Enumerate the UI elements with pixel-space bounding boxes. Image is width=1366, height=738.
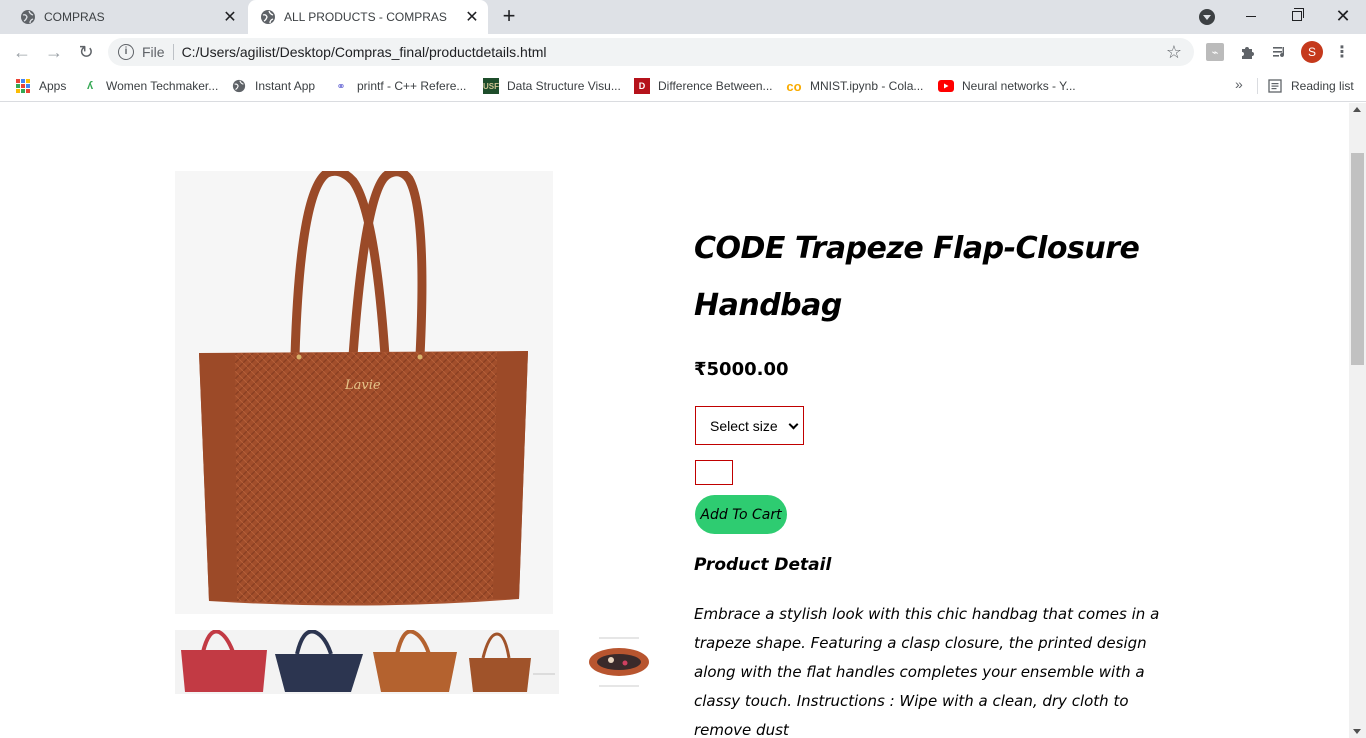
bookmark-label: Women Techmaker... xyxy=(106,79,219,93)
restore-button[interactable] xyxy=(1274,0,1320,32)
divider xyxy=(1257,78,1258,94)
bookmark-label: Apps xyxy=(39,79,67,93)
product-title: CODE Trapeze Flap-Closure Handbag xyxy=(694,231,1140,323)
bookmark-label: Neural networks - Y... xyxy=(962,79,1076,93)
thumbnail-brown-side[interactable] xyxy=(463,630,559,694)
address-bar[interactable]: i File C:/Users/agilist/Desktop/Compras_… xyxy=(108,38,1194,66)
bookmark-women-techmakers[interactable]: ʎ Women Techmaker... xyxy=(82,77,218,95)
extensions-puzzle-icon[interactable] xyxy=(1238,42,1258,62)
globe-icon xyxy=(261,10,275,24)
bookmark-label: Data Structure Visu... xyxy=(507,79,621,93)
url-scheme: File xyxy=(142,44,165,60)
thumbnail-red[interactable] xyxy=(175,629,271,694)
tab-strip: COMPRAS ✕ ALL PRODUCTS - COMPRAS ✕ + ✕ xyxy=(0,0,1366,34)
bookmark-difference-between[interactable]: D Difference Between... xyxy=(634,77,773,95)
pdf-extension-icon[interactable]: ⌁ xyxy=(1206,43,1224,61)
thumbnail-navy[interactable] xyxy=(271,629,367,694)
profile-avatar[interactable]: S xyxy=(1301,41,1323,63)
tab-title: COMPRAS xyxy=(44,10,105,24)
scroll-down-arrow-icon[interactable] xyxy=(1353,729,1361,734)
reading-list-label: Reading list xyxy=(1291,79,1354,93)
thumbnail-open-interior[interactable] xyxy=(559,630,655,694)
product-price: ₹5000.00 xyxy=(694,359,789,380)
bookmark-label: MNIST.ipynb - Cola... xyxy=(810,79,924,93)
back-arrow-icon[interactable]: ← xyxy=(10,40,34,64)
scrollbar-thumb[interactable] xyxy=(1351,153,1364,365)
td-icon: D xyxy=(634,78,650,94)
close-icon[interactable]: ✕ xyxy=(220,7,240,27)
reading-list-button[interactable]: Reading list xyxy=(1267,77,1354,95)
close-window-button[interactable]: ✕ xyxy=(1320,0,1366,32)
bookmark-printf[interactable]: ⚭ printf - C++ Refere... xyxy=(333,77,466,95)
page-content: Lavie CODE Trapeze Flap-Closure Handbag … xyxy=(0,103,1349,738)
reload-icon[interactable]: ↻ xyxy=(74,40,98,64)
reading-list-icon xyxy=(1267,78,1283,94)
url-text[interactable]: C:/Users/agilist/Desktop/Compras_final/p… xyxy=(182,44,1162,60)
bookmark-star-icon[interactable]: ☆ xyxy=(1162,42,1186,63)
bookmark-apps[interactable]: Apps xyxy=(15,77,66,95)
chevron-down-icon xyxy=(788,419,799,430)
apps-grid-icon xyxy=(15,78,31,94)
add-to-cart-button[interactable]: Add To Cart xyxy=(695,495,787,534)
thumbnail-tan[interactable] xyxy=(367,629,463,694)
forward-arrow-icon[interactable]: → xyxy=(42,40,66,64)
bookmark-label: Difference Between... xyxy=(658,79,773,93)
bookmark-label: printf - C++ Refere... xyxy=(357,79,467,93)
tab-title: ALL PRODUCTS - COMPRAS xyxy=(284,10,447,24)
product-main-image[interactable]: Lavie xyxy=(175,166,553,614)
tab-all-products[interactable]: ALL PRODUCTS - COMPRAS ✕ xyxy=(248,0,488,34)
size-select-value: Select size xyxy=(710,417,778,434)
browser-toolbar: ← → ↻ i File C:/Users/agilist/Desktop/Co… xyxy=(0,34,1366,70)
tab-search-icon[interactable] xyxy=(1199,9,1215,25)
bookmark-data-structure[interactable]: USF Data Structure Visu... xyxy=(483,77,621,95)
minimize-button[interactable] xyxy=(1228,0,1274,32)
bookmark-instant-app[interactable]: Instant App xyxy=(231,77,315,95)
new-tab-button[interactable]: + xyxy=(498,5,520,28)
brand-logo-text: Lavie xyxy=(344,378,381,393)
youtube-icon xyxy=(938,78,954,94)
globe-icon xyxy=(21,10,35,24)
size-select[interactable]: Select size xyxy=(695,406,804,445)
kebab-menu-icon[interactable]: ⋮ xyxy=(1332,42,1352,62)
divider xyxy=(172,44,174,60)
quantity-input[interactable] xyxy=(695,460,733,485)
media-control-icon[interactable] xyxy=(1270,42,1290,62)
women-techmakers-icon: ʎ xyxy=(86,80,94,92)
usf-icon: USF xyxy=(483,78,499,94)
product-description: Embrace a stylish look with this chic ha… xyxy=(694,605,1160,738)
info-icon[interactable]: i xyxy=(118,44,134,60)
close-icon[interactable]: ✕ xyxy=(462,7,482,27)
scroll-up-arrow-icon[interactable] xyxy=(1353,107,1361,112)
more-bookmarks-chevron-icon[interactable]: » xyxy=(1235,76,1243,92)
tab-compras[interactable]: COMPRAS ✕ xyxy=(8,0,246,34)
page-scrollbar[interactable] xyxy=(1349,103,1366,738)
cplusplus-icon: ⚭ xyxy=(336,80,346,93)
product-detail-heading: Product Detail xyxy=(694,555,832,575)
bookmarks-bar: Apps ʎ Women Techmaker... Instant App ⚭ … xyxy=(0,70,1366,102)
bookmark-neural-networks[interactable]: Neural networks - Y... xyxy=(938,77,1076,95)
bookmark-mnist[interactable]: co MNIST.ipynb - Cola... xyxy=(786,77,923,95)
globe-icon xyxy=(231,78,247,94)
bookmark-label: Instant App xyxy=(255,79,316,93)
thumbnail-strip xyxy=(175,629,655,694)
colab-icon: co xyxy=(786,78,802,94)
